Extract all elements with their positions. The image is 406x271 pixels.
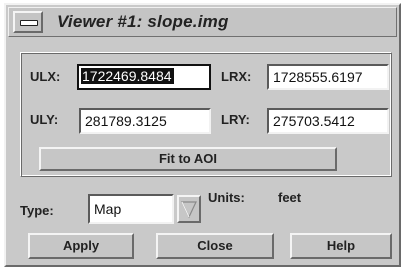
window-menu-bar: [20, 20, 38, 26]
lrx-field[interactable]: 1728555.6197: [267, 64, 389, 90]
ulx-field[interactable]: 1722469.8484: [77, 64, 211, 90]
fit-to-aoi-button[interactable]: Fit to AOI: [39, 147, 337, 171]
type-label: Type:: [20, 203, 54, 218]
lry-field[interactable]: 275703.5412: [267, 108, 389, 134]
close-button[interactable]: Close: [156, 233, 274, 259]
title-bar[interactable]: Viewer #1: slope.img: [8, 7, 397, 37]
help-button[interactable]: Help: [290, 233, 392, 259]
units-label: Units:: [208, 190, 245, 205]
lry-label: LRY:: [221, 112, 250, 127]
ulx-value: 1722469.8484: [81, 68, 174, 84]
units-value: feet: [278, 190, 302, 205]
triangle-down-icon[interactable]: [177, 195, 201, 223]
triangle-down-glyph: [181, 201, 197, 219]
uly-field[interactable]: 281789.3125: [79, 108, 211, 134]
viewer-dialog: Viewer #1: slope.img ULX: 1722469.8484 L…: [4, 3, 401, 267]
coordinates-group: ULX: 1722469.8484 LRX: 1728555.6197 ULY:…: [20, 52, 392, 177]
apply-button[interactable]: Apply: [28, 233, 134, 259]
window-menu-icon[interactable]: [13, 11, 43, 33]
ulx-label: ULX:: [30, 69, 61, 84]
uly-label: ULY:: [30, 112, 59, 127]
type-select[interactable]: Map: [88, 194, 174, 224]
lrx-label: LRX:: [221, 69, 252, 84]
window-title: Viewer #1: slope.img: [57, 12, 229, 31]
